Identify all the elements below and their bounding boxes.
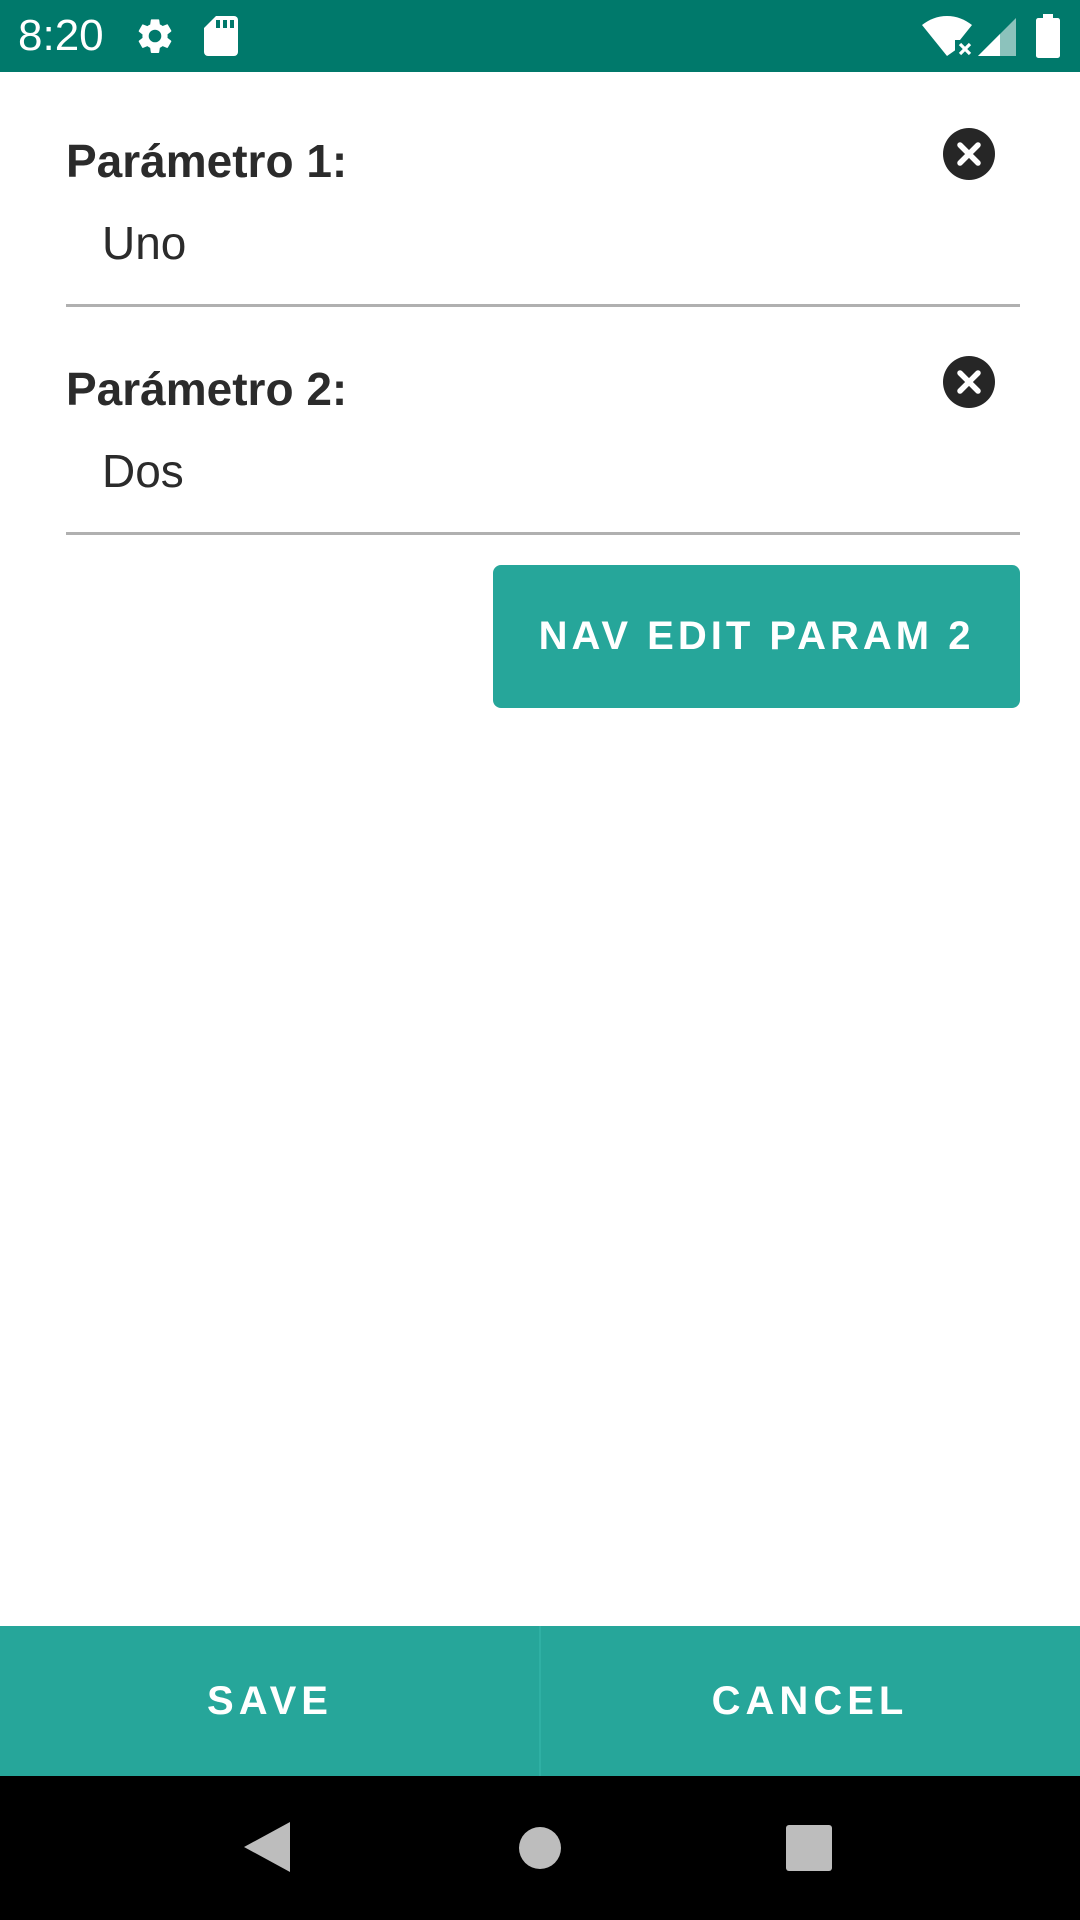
param-1-value[interactable]: Uno (102, 216, 186, 270)
status-bar: 8:20 (0, 0, 1080, 72)
clear-icon (957, 142, 981, 166)
param-1-label: Parámetro 1: (66, 135, 348, 187)
status-time: 8:20 (18, 11, 104, 60)
action-bar: SAVE CANCEL (0, 1626, 1080, 1776)
signal-icon (978, 18, 1016, 56)
param-1-field[interactable]: Parámetro 1: Uno (66, 128, 1020, 308)
nav-edit-param-2-button[interactable]: NAV EDIT PARAM 2 (493, 565, 1020, 708)
battery-icon (1036, 14, 1060, 58)
clear-param-1-button[interactable] (943, 128, 995, 180)
clear-param-2-button[interactable] (943, 356, 995, 408)
clear-icon (957, 370, 981, 394)
wifi-icon (922, 16, 972, 56)
param-2-label: Parámetro 2: (66, 363, 348, 415)
param-1-underline (66, 304, 1020, 307)
home-icon (519, 1827, 561, 1869)
param-2-field[interactable]: Parámetro 2: Dos (66, 356, 1020, 536)
back-icon (244, 1822, 290, 1872)
home-button[interactable] (518, 1826, 562, 1870)
param-2-value[interactable]: Dos (102, 444, 184, 498)
recents-button[interactable] (786, 1825, 832, 1871)
recents-icon (786, 1825, 832, 1871)
save-button[interactable]: SAVE (0, 1626, 540, 1776)
system-nav-bar (0, 1776, 1080, 1920)
cancel-button[interactable]: CANCEL (540, 1626, 1080, 1776)
settings-icon (134, 15, 176, 57)
sd-card-icon (204, 16, 238, 56)
param-2-underline (66, 532, 1020, 535)
back-button[interactable] (244, 1822, 290, 1872)
